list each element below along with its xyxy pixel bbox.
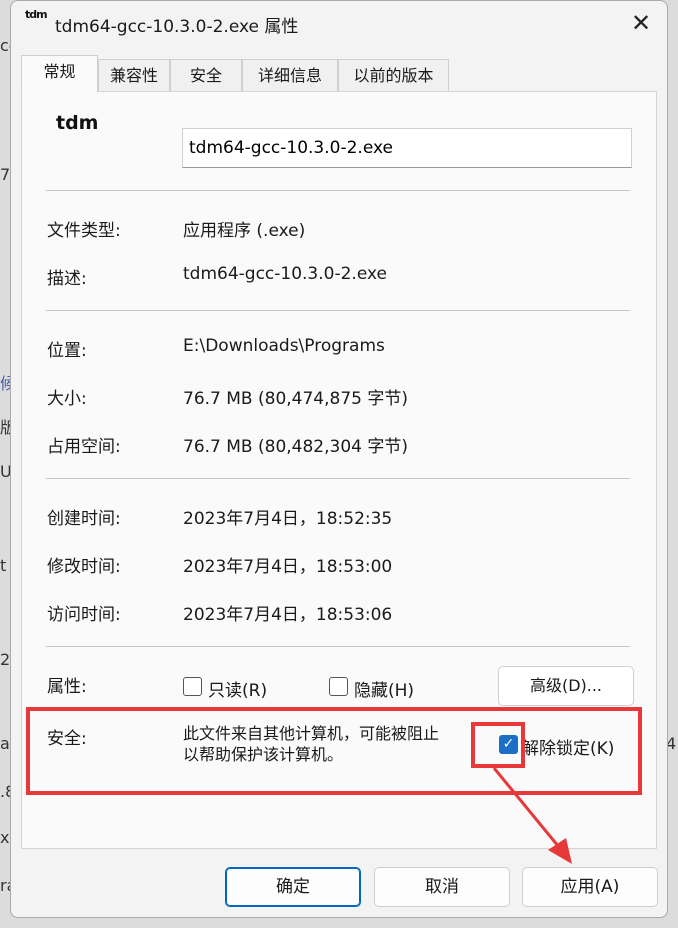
tab-general[interactable]: 常规 (21, 55, 98, 92)
annotation-arrow (492, 767, 572, 864)
